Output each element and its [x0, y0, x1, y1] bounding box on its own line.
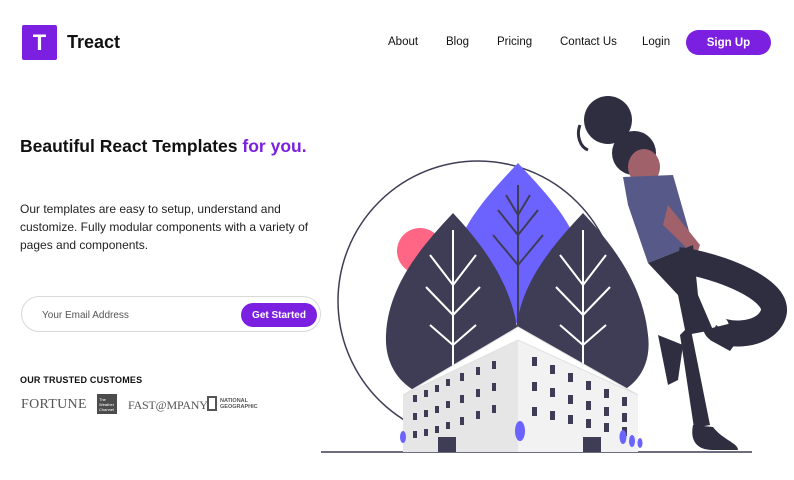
nav-link-login[interactable]: Login: [642, 36, 670, 48]
national-geographic-logo: NATIONAL GEOGRAPHIC: [207, 396, 258, 411]
natgeo-logo-text: NATIONAL GEOGRAPHIC: [220, 397, 258, 410]
hero-title-accent: for you.: [242, 136, 307, 156]
nav-link-contact[interactable]: Contact Us: [560, 36, 617, 48]
trusted-customers-heading: OUR TRUSTED CUSTOMES: [20, 375, 143, 385]
hero-description: Our templates are easy to setup, underst…: [20, 202, 309, 252]
email-signup-form: Get Started: [21, 296, 321, 332]
nav-link-pricing[interactable]: Pricing: [497, 36, 532, 48]
signup-button[interactable]: Sign Up: [686, 30, 771, 55]
fortune-logo: FORTUNE: [21, 397, 87, 412]
fast-company-logo: FAST@MPANY: [128, 398, 208, 412]
nav-link-about[interactable]: About: [388, 36, 418, 48]
brand-name[interactable]: Treact: [67, 32, 120, 53]
logo-icon[interactable]: T: [22, 25, 57, 60]
hero-illustration: [321, 96, 787, 453]
natgeo-frame-icon: [207, 396, 217, 411]
get-started-button[interactable]: Get Started: [241, 303, 317, 327]
email-input[interactable]: [42, 305, 242, 325]
nav-link-blog[interactable]: Blog: [446, 36, 469, 48]
hero-title: Beautiful React Templates for you.: [20, 136, 307, 157]
hero-title-main: Beautiful React Templates: [20, 136, 238, 156]
site-header: T Treact About Blog Pricing Contact Us L…: [0, 0, 794, 84]
weather-channel-logo: The Weather Channel: [97, 394, 117, 414]
